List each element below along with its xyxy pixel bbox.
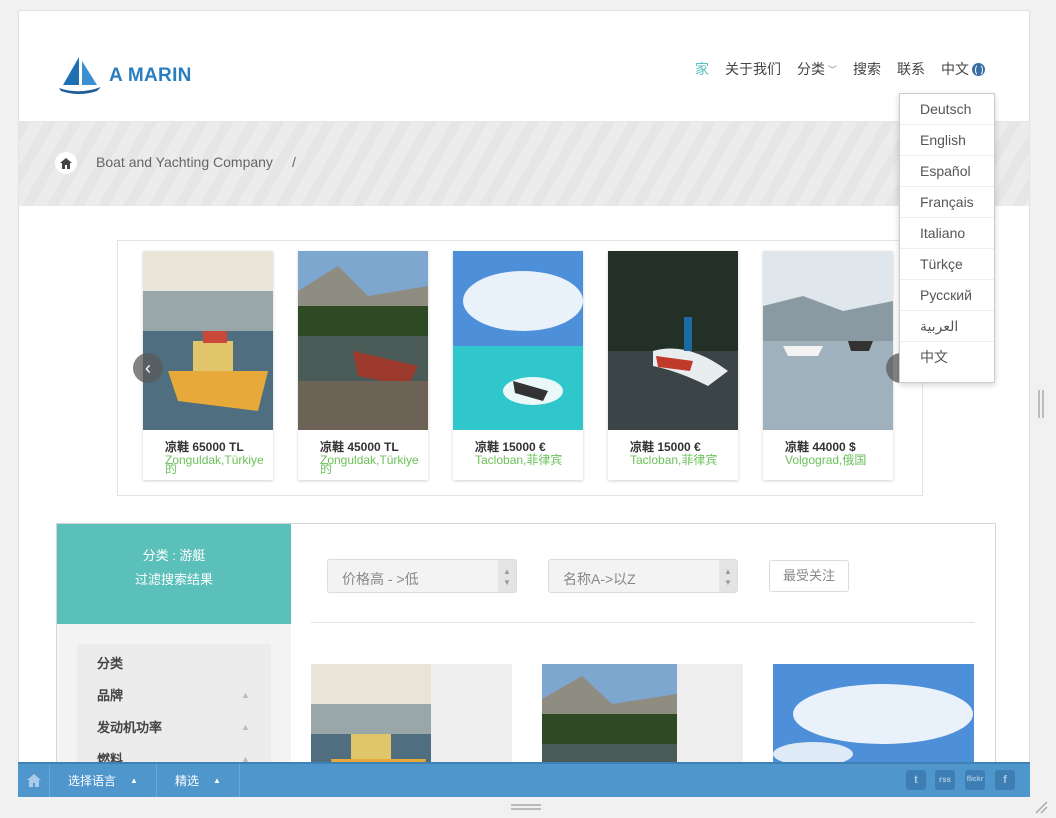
twitter-icon[interactable]: t xyxy=(906,770,926,790)
logo-text: A MARIN xyxy=(109,65,192,86)
site-header: A MARIN 家 关于我们 分类 ﹀ 搜索 联系 中文 xyxy=(19,11,1029,122)
toolbar-featured-label: 精选 xyxy=(174,774,199,788)
nav-search[interactable]: 搜索 xyxy=(845,59,889,79)
boat-photo xyxy=(298,251,428,430)
nav-search-label: 搜索 xyxy=(853,61,881,77)
divider xyxy=(311,622,975,623)
home-icon xyxy=(60,157,72,169)
card-location: Tacloban,菲律宾 xyxy=(630,453,718,467)
toolbar-featured-menu[interactable]: 精选 ▲ xyxy=(157,764,240,797)
language-option[interactable]: Français xyxy=(900,187,994,218)
listing-section: 分类 : 游艇 过滤搜索结果 分类 品牌 ▲ 发动机功率 ▲ 燃料 ▲ 价格高 … xyxy=(56,523,996,784)
listing-carousel: 凉鞋 65000 TL Zonguldak,Türkiye 的 凉鞋 45000… xyxy=(117,240,923,496)
language-option[interactable]: Türkçe xyxy=(900,249,994,280)
language-option[interactable]: العربية xyxy=(900,311,994,342)
triangle-up-icon[interactable]: ▲ xyxy=(241,690,250,700)
carousel-prev-button[interactable]: ‹ xyxy=(133,353,163,383)
language-option[interactable]: Italiano xyxy=(900,218,994,249)
bottom-toolbar: 选择语言 ▲ 精选 ▲ t rss flickr f xyxy=(18,762,1030,797)
filter-engine-power[interactable]: 发动机功率 xyxy=(97,717,162,736)
language-option[interactable]: 中文 xyxy=(900,342,994,373)
triangle-up-icon: ▲ xyxy=(130,776,138,785)
resize-corner-icon[interactable] xyxy=(1034,800,1048,814)
name-sort-select[interactable]: 名称A->以Z ▲ ▼ xyxy=(548,559,738,593)
sailboat-logo-icon xyxy=(59,57,101,94)
select-arrows-icon: ▲ ▼ xyxy=(498,560,516,592)
language-option[interactable]: Русский xyxy=(900,280,994,311)
home-icon xyxy=(26,774,41,787)
language-option[interactable]: Español xyxy=(900,156,994,187)
card-location: Zonguldak,Türkiye 的 xyxy=(320,453,419,476)
triangle-up-icon: ▲ xyxy=(212,776,221,785)
language-option[interactable]: Deutsch xyxy=(900,94,994,125)
price-sort-value: 价格高 - >低 xyxy=(342,571,419,587)
breadcrumb-home[interactable] xyxy=(55,152,77,174)
nav-about-label: 关于我们 xyxy=(724,61,781,77)
nav-about[interactable]: 关于我们 xyxy=(717,59,789,79)
carousel-card[interactable]: 凉鞋 45000 TL Zonguldak,Türkiye 的 xyxy=(298,251,428,480)
chevron-down-icon: ﹀ xyxy=(827,64,837,75)
main-nav: 家 关于我们 分类 ﹀ 搜索 联系 中文 xyxy=(687,59,993,79)
nav-home[interactable]: 家 xyxy=(687,59,717,79)
breadcrumb-band: Boat and Yachting Company / xyxy=(19,122,1029,206)
card-location: Tacloban,菲律宾 xyxy=(475,453,563,467)
toolbar-language-label: 选择语言 xyxy=(68,774,117,788)
card-location: Zonguldak,Türkiye 的 xyxy=(165,453,264,476)
nav-contact-label: 联系 xyxy=(897,61,925,77)
horizontal-resize-grip[interactable] xyxy=(511,804,541,810)
rss-icon[interactable]: rss xyxy=(935,770,955,790)
nav-category[interactable]: 分类 ﹀ xyxy=(789,59,845,79)
language-option[interactable]: English xyxy=(900,125,994,156)
price-sort-select[interactable]: 价格高 - >低 ▲ ▼ xyxy=(327,559,517,593)
nav-category-label: 分类 xyxy=(796,61,825,77)
name-sort-value: 名称A->以Z xyxy=(563,571,636,587)
page: A MARIN 家 关于我们 分类 ﹀ 搜索 联系 中文 Boat and Yac… xyxy=(18,10,1030,797)
boat-photo xyxy=(143,251,273,430)
breadcrumb-item[interactable]: Boat and Yachting Company xyxy=(96,154,273,170)
logo[interactable]: A MARIN xyxy=(57,55,197,99)
nav-language-label: 中文 xyxy=(941,61,969,77)
chevron-left-icon: ‹ xyxy=(145,357,151,378)
vertical-resize-grip[interactable] xyxy=(1038,390,1044,418)
toolbar-language-menu[interactable]: 选择语言 ▲ xyxy=(50,764,157,797)
jetski-photo xyxy=(453,251,583,430)
language-dropdown: Deutsch English Español Français Italian… xyxy=(899,93,995,383)
select-arrows-icon: ▲ ▼ xyxy=(719,560,737,592)
jetski-photo xyxy=(608,251,738,430)
globe-icon xyxy=(972,62,985,76)
carousel-card[interactable]: 凉鞋 15000 € Tacloban,菲律宾 xyxy=(453,251,583,480)
carousel-card[interactable]: 凉鞋 44000 $ Volgograd,俄国 xyxy=(763,251,893,480)
nav-language[interactable]: 中文 xyxy=(933,59,993,79)
carousel-card[interactable]: 凉鞋 15000 € Tacloban,菲律宾 xyxy=(608,251,738,480)
filter-brand[interactable]: 品牌 xyxy=(97,685,123,704)
facebook-icon[interactable]: f xyxy=(995,770,1015,790)
nav-contact[interactable]: 联系 xyxy=(889,59,933,79)
filter-category[interactable]: 分类 xyxy=(97,653,123,672)
sidebar-header: 分类 : 游艇 过滤搜索结果 xyxy=(57,524,291,633)
sidebar-filters: 分类 品牌 ▲ 发动机功率 ▲ 燃料 ▲ xyxy=(57,624,291,784)
flickr-icon[interactable]: flickr xyxy=(965,770,985,790)
most-popular-button[interactable]: 最受关注 xyxy=(769,560,849,592)
nav-home-label: 家 xyxy=(694,61,709,77)
card-location: Volgograd,俄国 xyxy=(785,453,867,467)
boat-photo xyxy=(763,251,893,430)
breadcrumb-separator: / xyxy=(292,154,296,170)
category-line: 分类 : 游艇 xyxy=(142,548,206,563)
filter-title: 过滤搜索结果 xyxy=(134,572,213,587)
toolbar-home-button[interactable] xyxy=(18,764,50,797)
triangle-up-icon[interactable]: ▲ xyxy=(241,722,250,732)
